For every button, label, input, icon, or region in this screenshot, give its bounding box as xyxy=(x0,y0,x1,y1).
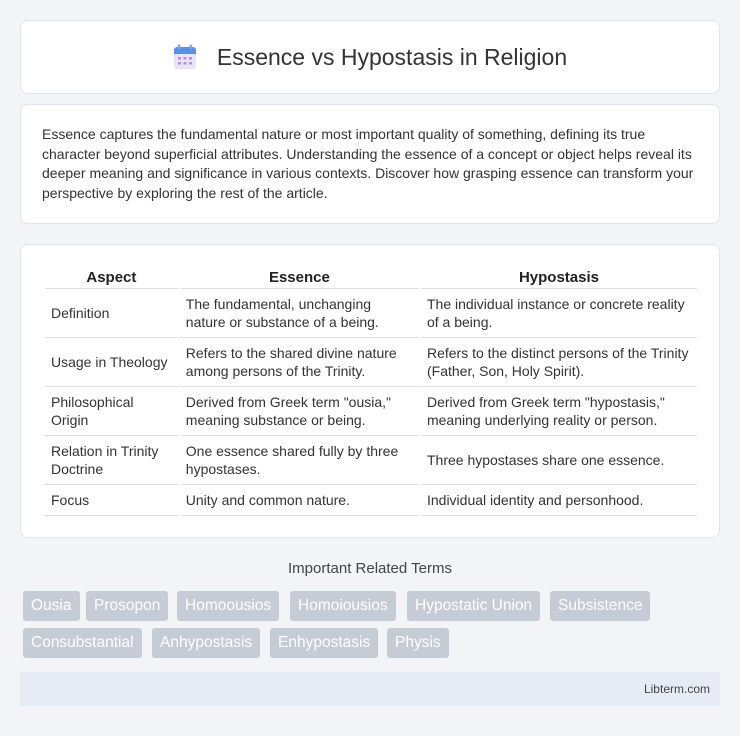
header-hypostasis: Hypostasis xyxy=(420,265,697,289)
page-title: Essence vs Hypostasis in Religion xyxy=(216,43,568,70)
cell-aspect: Philosophical Origin xyxy=(45,387,178,436)
comparison-table-card: Aspect Essence Hypostasis Definition The… xyxy=(20,244,720,538)
related-terms-title: Important Related Terms xyxy=(288,560,452,577)
tag-enhypostasis[interactable]: Enhypostasis xyxy=(270,628,379,658)
tag-physis[interactable]: Physis xyxy=(387,628,449,658)
tag-consubstantial[interactable]: Consubstantial xyxy=(23,628,142,658)
header-essence: Essence xyxy=(179,265,419,289)
footer: Libterm.com xyxy=(20,672,720,706)
table-row: Focus Unity and common nature. Individua… xyxy=(45,485,697,516)
title-card: Essence vs Hypostasis in Religion xyxy=(20,20,720,94)
cell-essence: The fundamental, unchanging nature or su… xyxy=(179,289,419,338)
intro-card: Essence captures the fundamental nature … xyxy=(20,104,720,224)
table-row: Definition The fundamental, unchanging n… xyxy=(45,289,697,338)
tag-anhypostasis[interactable]: Anhypostasis xyxy=(152,628,261,658)
header-aspect: Aspect xyxy=(45,265,178,289)
cell-essence: Refers to the shared divine nature among… xyxy=(179,338,419,387)
calendar-icon xyxy=(173,44,197,70)
cell-aspect: Definition xyxy=(45,289,178,338)
table-header-row: Aspect Essence Hypostasis xyxy=(45,265,697,289)
cell-hypostasis: Individual identity and personhood. xyxy=(420,485,697,516)
cell-essence: One essence shared fully by three hypost… xyxy=(179,436,419,485)
cell-hypostasis: Three hypostases share one essence. xyxy=(420,436,697,485)
cell-hypostasis: Derived from Greek term "hypostasis," me… xyxy=(420,387,697,436)
table-row: Usage in Theology Refers to the shared d… xyxy=(45,338,697,387)
tag-prosopon[interactable]: Prosopon xyxy=(86,591,169,621)
footer-site-link[interactable]: Libterm.com xyxy=(644,682,710,696)
tag-subsistence[interactable]: Subsistence xyxy=(550,591,651,621)
cell-hypostasis: Refers to the distinct persons of the Tr… xyxy=(420,338,697,387)
tag-hypostatic-union[interactable]: Hypostatic Union xyxy=(407,591,541,621)
table-row: Relation in Trinity Doctrine One essence… xyxy=(45,436,697,485)
tag-homoiousios[interactable]: Homoiousios xyxy=(290,591,396,621)
cell-essence: Derived from Greek term "ousia," meaning… xyxy=(179,387,419,436)
tag-ousia[interactable]: Ousia xyxy=(23,591,80,621)
comparison-table: Aspect Essence Hypostasis Definition The… xyxy=(43,265,699,516)
cell-aspect: Usage in Theology xyxy=(45,338,178,387)
intro-text: Essence captures the fundamental nature … xyxy=(42,126,694,201)
tag-homoousios[interactable]: Homoousios xyxy=(177,591,280,621)
cell-aspect: Relation in Trinity Doctrine xyxy=(45,436,178,485)
cell-aspect: Focus xyxy=(45,485,178,516)
cell-essence: Unity and common nature. xyxy=(179,485,419,516)
table-row: Philosophical Origin Derived from Greek … xyxy=(45,387,697,436)
cell-hypostasis: The individual instance or concrete real… xyxy=(420,289,697,338)
